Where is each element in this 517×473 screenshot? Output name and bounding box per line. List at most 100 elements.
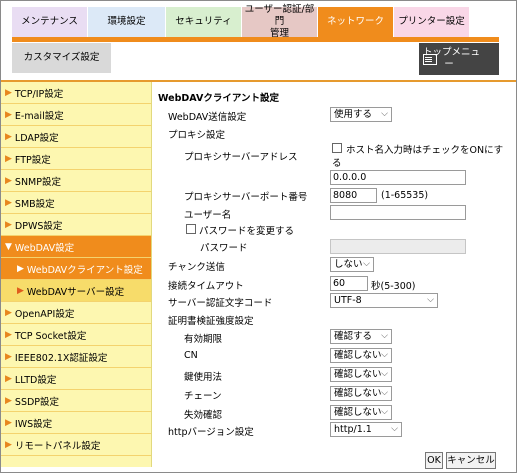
sidebar-item-ldap[interactable]: ▶ LDAP設定	[1, 126, 151, 148]
timeout-input[interactable]: 60	[330, 276, 368, 291]
tab-network[interactable]: ネットワーク	[318, 7, 394, 37]
sidebar-item-iws[interactable]: ▶ IWS設定	[1, 412, 151, 434]
chevron-down-icon: ⌵	[381, 369, 388, 379]
send-setting-select[interactable]: 使用する ⌵	[330, 107, 392, 122]
sidebar-item-label: E-mail設定	[14, 110, 64, 122]
sidebar-item-ieee8021x[interactable]: ▶ IEEE802.1X認証設定	[1, 346, 151, 368]
sidebar-item-tcpip[interactable]: ▶ TCP/IP設定	[1, 82, 151, 104]
sidebar-item-label: IWS設定	[14, 418, 53, 430]
arrow-right-icon: ▶	[5, 219, 12, 230]
chevron-down-icon: ⌵	[381, 350, 388, 360]
key-usage-label: 鍵使用法	[184, 372, 223, 383]
username-label: ユーザー名	[184, 210, 232, 221]
hostname-checkbox[interactable]	[332, 143, 342, 153]
sidebar-item-label: SMB設定	[14, 198, 55, 210]
sidebar-item-label: TCP Socket設定	[14, 330, 87, 342]
arrow-right-icon: ▶	[5, 197, 12, 208]
arrow-right-icon: ▶	[5, 439, 12, 450]
proxy-address-input[interactable]: 0.0.0.0	[330, 170, 466, 185]
sidebar-item-ftp[interactable]: ▶ FTP設定	[1, 148, 151, 170]
chain-label: チェーン	[184, 391, 222, 402]
hostname-check-label-2: る	[332, 158, 342, 169]
sidebar-item-snmp[interactable]: ▶ SNMP設定	[1, 170, 151, 192]
sidebar-item-webdav[interactable]: ▼ WebDAV設定	[1, 236, 151, 258]
proxy-port-input[interactable]: 8080	[330, 188, 377, 203]
sidebar-item-remote-panel[interactable]: ▶ リモートパネル設定	[1, 434, 151, 456]
chevron-down-icon: ⌵	[381, 109, 388, 119]
auth-charset-label: サーバー認証文字コード	[168, 298, 273, 309]
content-area: WebDAVクライアント設定 WebDAV送信設定 使用する ⌵ プロキシ設定 プ…	[152, 82, 516, 469]
change-password-checkbox[interactable]	[186, 224, 196, 234]
cn-select[interactable]: 確認しない ⌵	[330, 348, 392, 363]
arrow-right-icon: ▶	[17, 263, 24, 274]
validity-label: 有効期限	[184, 334, 223, 345]
validity-select[interactable]: 確認する ⌵	[330, 329, 392, 344]
key-usage-select[interactable]: 確認しない ⌵	[330, 367, 392, 382]
tab-accent-strip	[12, 37, 499, 42]
sidebar-item-email[interactable]: ▶ E-mail設定	[1, 104, 151, 126]
top-menu-label-line1: トップメニュ	[423, 47, 481, 58]
sidebar-item-ssdp[interactable]: ▶ SSDP設定	[1, 390, 151, 412]
proxy-port-range: (1-65535)	[381, 190, 429, 201]
arrow-right-icon: ▶	[5, 329, 12, 340]
sidebar-item-label: LLTD設定	[14, 374, 57, 386]
cancel-button[interactable]: キャンセル	[446, 452, 496, 469]
sidebar-item-label: TCP/IP設定	[14, 88, 64, 100]
arrow-right-icon: ▶	[5, 373, 12, 384]
arrow-right-icon: ▶	[5, 131, 12, 142]
proxy-port-label: プロキシサーバーポート番号	[184, 192, 308, 203]
sidebar-item-label: OpenAPI設定	[14, 308, 75, 320]
change-password-label: パスワードを変更する	[199, 226, 295, 237]
sidebar-item-openapi[interactable]: ▶ OpenAPI設定	[1, 302, 151, 324]
sidebar-item-label: IEEE802.1X認証設定	[14, 352, 108, 364]
ok-button[interactable]: OK	[425, 452, 443, 469]
tab-customize[interactable]: カスタマイズ設定	[12, 43, 112, 73]
cn-label: CN	[184, 350, 198, 361]
send-setting-label: WebDAV送信設定	[168, 112, 247, 123]
hostname-check-label-1: ホスト名入力時はチェックをONにす	[346, 145, 504, 156]
tab-printer[interactable]: プリンター設定	[394, 7, 470, 37]
timeout-unit: 秒(5-300)	[371, 281, 416, 292]
chevron-down-icon: ⌵	[381, 331, 388, 341]
sidebar-item-label: LDAP設定	[14, 132, 59, 144]
chevron-down-icon: ⌵	[427, 295, 434, 305]
username-input[interactable]	[330, 205, 466, 220]
arrow-right-icon: ▶	[17, 285, 24, 296]
arrow-right-icon: ▶	[5, 307, 12, 318]
proxy-settings-label: プロキシ設定	[168, 130, 226, 141]
sidebar-item-label: WebDAV設定	[14, 242, 75, 254]
expiration-check-label: 失効確認	[184, 410, 223, 421]
arrow-right-icon: ▶	[5, 109, 12, 120]
arrow-right-icon: ▶	[5, 153, 12, 164]
tab-maintenance[interactable]: メンテナンス	[12, 7, 88, 37]
sidebar-item-lltd[interactable]: ▶ LLTD設定	[1, 368, 151, 390]
http-version-select[interactable]: http/1.1 ⌵	[330, 422, 402, 437]
tab-environment[interactable]: 環境設定	[88, 7, 166, 37]
top-menu-button[interactable]: トップメニュ ー	[419, 43, 499, 75]
chain-select[interactable]: 確認しない ⌵	[330, 386, 392, 401]
cert-strength-label: 証明書検証強度設定	[168, 316, 254, 327]
sidebar-item-label: WebDAVサーバー設定	[26, 286, 125, 298]
sidebar: ▶ TCP/IP設定 ▶ E-mail設定 ▶ LDAP設定 ▶ FTP設定 ▶ SNMP…	[1, 82, 152, 467]
sidebar-item-smb[interactable]: ▶ SMB設定	[1, 192, 151, 214]
tab-security[interactable]: セキュリティ	[166, 7, 242, 37]
chevron-down-icon: ⌵	[391, 424, 398, 434]
arrow-right-icon: ▶	[5, 175, 12, 186]
chunk-select[interactable]: しない ⌵	[330, 257, 374, 272]
sidebar-item-tcp-socket[interactable]: ▶ TCP Socket設定	[1, 324, 151, 346]
arrow-right-icon: ▶	[5, 417, 12, 428]
chunk-label: チャンク送信	[168, 262, 225, 273]
tab-user-auth[interactable]: ユーザー認証/部門 管理	[242, 4, 318, 39]
password-input[interactable]	[330, 239, 466, 254]
arrow-right-icon: ▶	[5, 87, 12, 98]
timeout-label: 接続タイムアウト	[168, 281, 244, 292]
sidebar-item-dpws[interactable]: ▶ DPWS設定	[1, 214, 151, 236]
expiration-check-select[interactable]: 確認しない ⌵	[330, 405, 392, 420]
page-title: WebDAVクライアント設定	[158, 93, 279, 104]
tab-user-auth-line1: ユーザー認証/部門	[244, 4, 315, 27]
arrow-down-icon: ▼	[5, 241, 12, 252]
auth-charset-select[interactable]: UTF-8 ⌵	[330, 293, 438, 308]
sidebar-item-webdav-client[interactable]: ▶ WebDAVクライアント設定	[1, 258, 151, 280]
sidebar-item-webdav-server[interactable]: ▶ WebDAVサーバー設定	[1, 280, 151, 302]
sidebar-item-label: WebDAVクライアント設定	[26, 264, 143, 276]
